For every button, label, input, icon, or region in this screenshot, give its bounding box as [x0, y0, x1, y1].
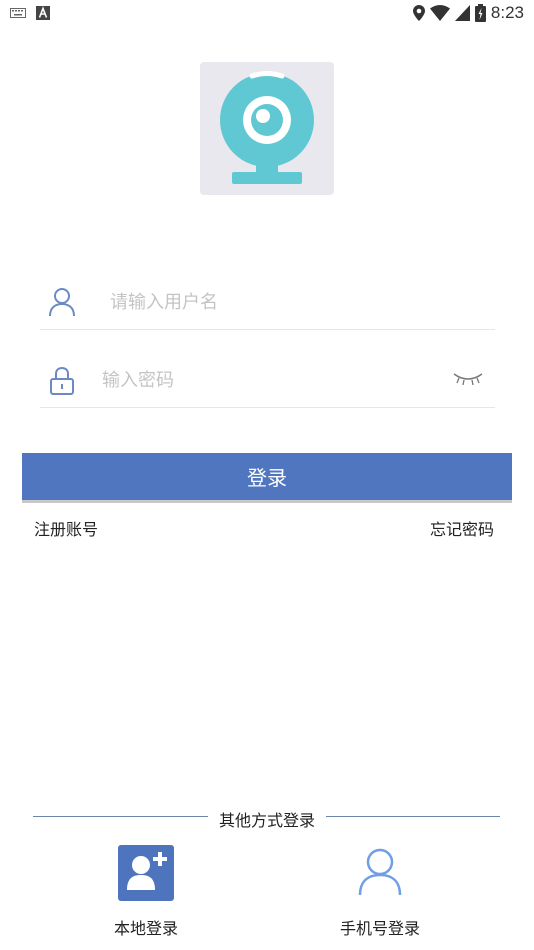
- password-field: [40, 351, 495, 408]
- username-field: [40, 273, 495, 330]
- lock-icon: [50, 366, 74, 395]
- password-input[interactable]: [100, 361, 434, 399]
- username-input[interactable]: [108, 283, 482, 321]
- divider-right: [326, 816, 500, 817]
- local-login-label: 本地登录: [113, 919, 178, 938]
- signal-icon: [454, 5, 470, 21]
- status-time: 8:23: [490, 3, 524, 22]
- font-a-icon: [36, 6, 50, 20]
- webcam-icon: [220, 71, 314, 184]
- local-login-option[interactable]: 本地登录: [96, 845, 196, 939]
- app-logo: [200, 62, 334, 195]
- user-icon: [49, 288, 75, 317]
- eye-closed-icon[interactable]: [453, 371, 483, 387]
- battery-icon: [474, 4, 486, 22]
- phone-login-label: 手机号登录: [339, 919, 420, 938]
- location-icon: [412, 5, 425, 21]
- divider-left: [33, 816, 208, 817]
- wifi-icon: [429, 5, 450, 21]
- forgot-password-link[interactable]: 忘记密码: [430, 516, 494, 540]
- user-outline-icon: [358, 848, 402, 896]
- add-user-icon: [118, 845, 174, 901]
- status-bar: 8:23: [0, 0, 534, 28]
- register-link[interactable]: 注册账号: [34, 516, 98, 540]
- phone-login-option[interactable]: 手机号登录: [320, 845, 440, 939]
- login-button[interactable]: 登录: [22, 453, 512, 503]
- other-login-title: 其他方式登录: [218, 811, 315, 830]
- keyboard-icon: [10, 8, 26, 18]
